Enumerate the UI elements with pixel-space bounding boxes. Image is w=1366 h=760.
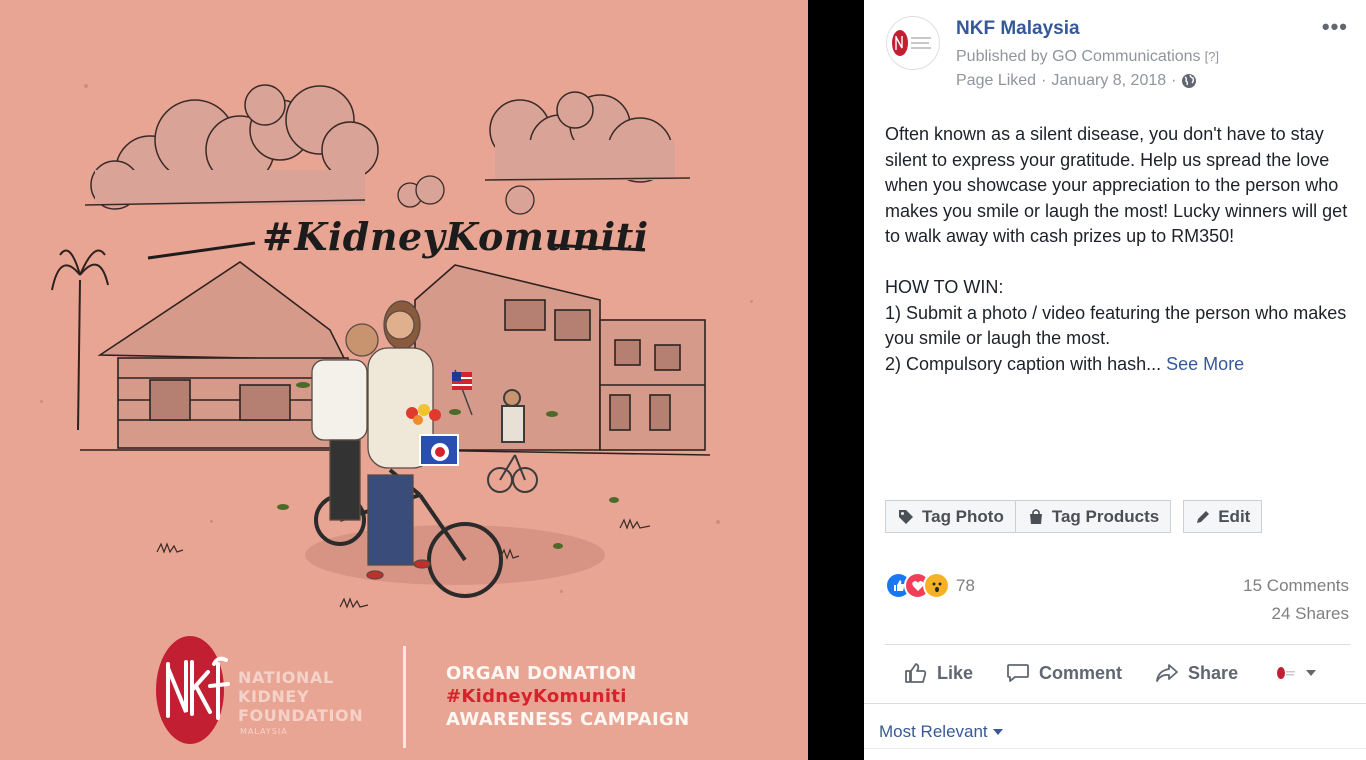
globe-icon[interactable] [1181,73,1197,89]
like-label: Like [937,662,974,683]
post-message-text: Often known as a silent disease, you don… [885,124,1348,374]
comment-label: Comment [1039,662,1123,683]
reactions-summary[interactable]: 78 [885,572,975,599]
page-name-link[interactable]: NKF Malaysia [956,18,1080,40]
share-icon [1156,664,1178,682]
org-country: MALAYSIA [240,727,288,736]
tag-photo-button[interactable]: Tag Photo [885,500,1016,533]
tag-products-label: Tag Products [1051,506,1160,526]
post-sidebar: NKF Malaysia Published by GO Communicati… [864,0,1366,760]
nkf-avatar-logo [892,30,931,56]
post-meta: Page Liked · January 8, 2018 · [956,72,1197,90]
edit-label: Edit [1218,506,1251,526]
cloud-left [84,84,379,210]
divider [885,644,1350,645]
share-button[interactable]: Share [1155,655,1238,691]
post-as-selector[interactable] [1275,666,1317,680]
comment-icon [1007,664,1029,682]
edit-button[interactable]: Edit [1183,500,1263,533]
comments-count-link[interactable]: 15 Comments [1243,576,1349,596]
tag-icon [899,509,913,524]
poster-divider [403,646,406,748]
post-date-link[interactable]: January 8, 2018 [1051,72,1166,90]
org-name: NATIONAL KIDNEY FOUNDATION [238,668,364,725]
photo-viewer-gap [808,0,864,760]
tag-photo-label: Tag Photo [922,506,1004,526]
photo-actions: Tag Photo Tag Products Edit [885,500,1263,533]
chevron-down-icon [1306,670,1317,676]
meta-separator: · [1041,72,1047,89]
poster-hashtag: #KidneyKomuniti [262,214,649,259]
cloud-right [484,91,691,183]
shopping-bag-icon [1029,508,1042,524]
share-label: Share [1188,662,1239,683]
post-message: Often known as a silent disease, you don… [885,122,1355,377]
published-by: Published by GO Communications [?] [956,48,1219,66]
nkf-logo [156,636,230,744]
divider [864,748,1366,749]
like-button[interactable]: Like [904,655,973,691]
divider [864,703,1366,704]
post-photo[interactable]: #KidneyKomuniti NATIONAL KIDNEY FOUNDATI… [0,0,808,760]
comments-sort-dropdown[interactable]: Most Relevant [879,722,1003,742]
reaction-count: 78 [956,575,975,595]
more-options-icon[interactable]: ••• [1322,14,1348,40]
pencil-icon [1197,510,1210,523]
shares-count-link[interactable]: 24 Shares [1272,604,1350,624]
comment-button[interactable]: Comment [1006,655,1122,691]
post-action-bar: Like Comment Share [885,655,1355,691]
see-more-link[interactable]: See More [1166,354,1244,374]
thumbs-up-icon [905,663,927,683]
poster-illustration [51,84,711,609]
published-help-link[interactable]: [?] [1205,49,1219,64]
campaign-title: ORGAN DONATION #KidneyKomuniti AWARENESS… [446,663,690,730]
page-liked-label: Page Liked [956,72,1037,89]
palm-tree [51,249,109,431]
cloud-small [397,175,535,215]
shophouses [409,264,711,456]
wow-reaction-icon [923,572,950,599]
meta-separator: · [1171,72,1177,89]
published-by-text[interactable]: Published by GO Communications [956,48,1201,65]
comments-sort-label: Most Relevant [879,722,988,741]
page-avatar-mini-icon [1277,667,1296,679]
caret-down-icon [992,728,1003,735]
page-avatar[interactable] [886,16,940,70]
tag-products-button[interactable]: Tag Products [1015,500,1172,533]
